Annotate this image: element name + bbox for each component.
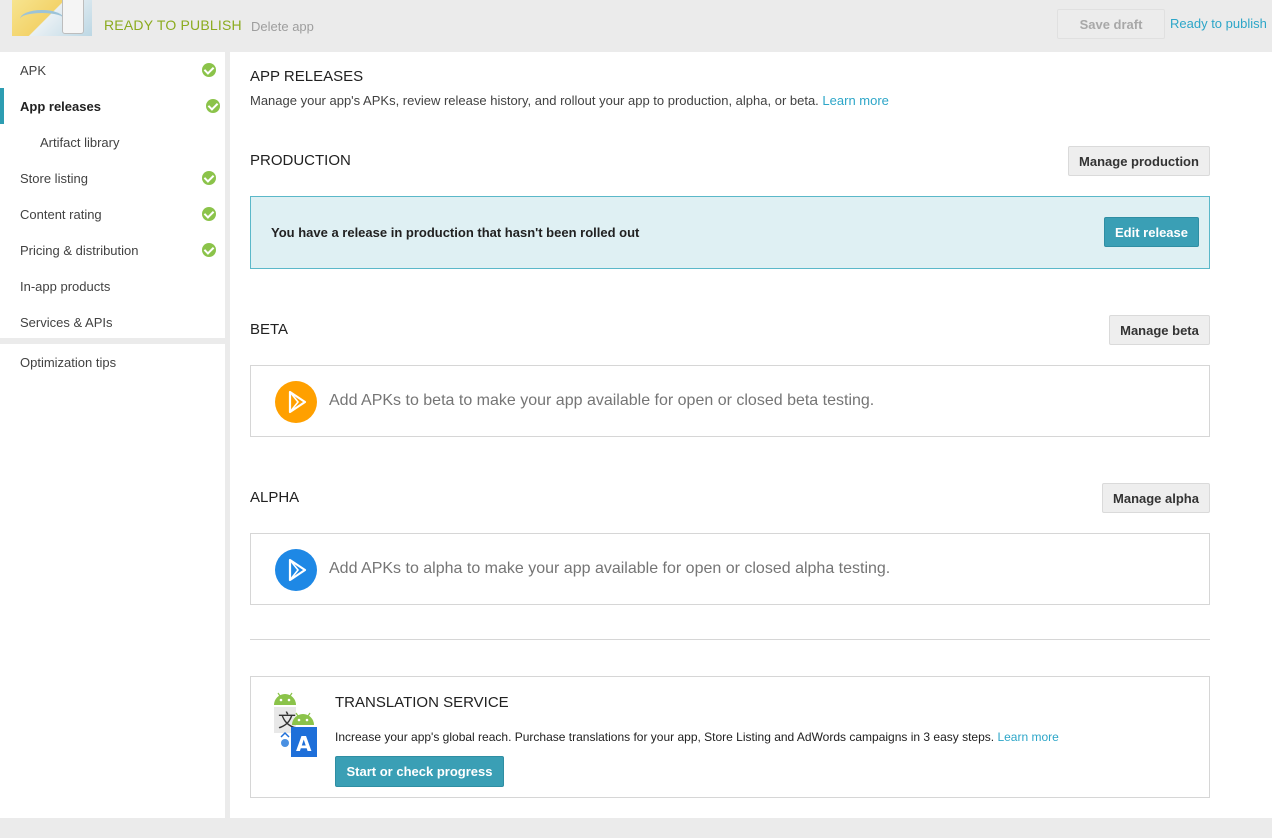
beta-play-icon	[275, 381, 317, 423]
sidebar-item-label: Services & APIs	[20, 314, 113, 330]
edit-release-button[interactable]: Edit release	[1104, 217, 1199, 247]
translation-android-icon: 文 A	[271, 691, 321, 759]
translation-learn-more-link[interactable]: Learn more	[997, 730, 1058, 744]
sidebar-item-label: Content rating	[20, 206, 102, 222]
beta-track-card: Add APKs to beta to make your app availa…	[250, 365, 1210, 437]
app-status: READY TO PUBLISH	[104, 17, 242, 33]
check-circle-icon	[202, 243, 216, 257]
phone-icon	[62, 0, 84, 34]
check-circle-icon	[202, 171, 216, 185]
ready-to-publish-link[interactable]: Ready to publish	[1170, 16, 1267, 31]
delete-app-link[interactable]: Delete app	[251, 19, 314, 34]
sidebar-item-store-listing[interactable]: Store listing	[0, 160, 225, 196]
alpha-play-icon	[275, 549, 317, 591]
alpha-section-title: ALPHA	[250, 489, 300, 506]
sidebar-item-in-app-products[interactable]: In-app products	[0, 268, 225, 304]
production-alert-text: You have a release in production that ha…	[271, 225, 640, 240]
beta-section-title: BETA	[250, 321, 289, 338]
translation-description-text: Increase your app's global reach. Purcha…	[335, 730, 995, 744]
manage-beta-button[interactable]: Manage beta	[1109, 315, 1210, 345]
translation-service-title: TRANSLATION SERVICE	[335, 694, 509, 711]
sidebar: APK App releases Artifact library Store …	[0, 52, 225, 818]
manage-production-button[interactable]: Manage production	[1068, 146, 1210, 176]
sidebar-item-label: Optimization tips	[20, 354, 117, 370]
save-draft-button[interactable]: Save draft	[1057, 9, 1165, 39]
sidebar-item-label: App releases	[20, 98, 101, 114]
sidebar-item-services-apis[interactable]: Services & APIs	[0, 304, 225, 340]
sidebar-item-apk[interactable]: APK	[0, 52, 225, 88]
page-description-text: Manage your app's APKs, review release h…	[250, 93, 819, 108]
page-description: Manage your app's APKs, review release h…	[250, 93, 889, 108]
sidebar-item-label: Artifact library	[40, 134, 120, 150]
check-circle-icon	[202, 207, 216, 221]
thumbnail-swoosh	[20, 10, 64, 28]
sidebar-item-label: Pricing & distribution	[20, 242, 139, 258]
top-bar: READY TO PUBLISH Delete app Save draft R…	[0, 0, 1272, 50]
start-or-check-progress-button[interactable]: Start or check progress	[335, 756, 504, 787]
sidebar-item-optimization-tips[interactable]: Optimization tips	[0, 344, 225, 380]
check-circle-icon	[206, 99, 220, 113]
learn-more-link[interactable]: Learn more	[822, 93, 888, 108]
manage-alpha-button[interactable]: Manage alpha	[1102, 483, 1210, 513]
section-divider	[250, 639, 1210, 640]
sidebar-item-content-rating[interactable]: Content rating	[0, 196, 225, 232]
check-circle-icon	[202, 63, 216, 77]
translation-service-card: 文 A TRANSLATION SERVICE Increase your ap…	[250, 676, 1210, 798]
sidebar-item-label: APK	[20, 62, 47, 78]
sidebar-item-pricing-distribution[interactable]: Pricing & distribution	[0, 232, 225, 268]
sidebar-item-label: In-app products	[20, 278, 111, 294]
alpha-track-card: Add APKs to alpha to make your app avail…	[250, 533, 1210, 605]
svg-text:A: A	[296, 732, 312, 756]
sidebar-item-label: Store listing	[20, 170, 88, 186]
production-alert-banner: You have a release in production that ha…	[250, 196, 1210, 269]
app-icon-thumbnail	[12, 0, 92, 36]
sidebar-item-artifact-library[interactable]: Artifact library	[0, 124, 225, 160]
beta-track-message: Add APKs to beta to make your app availa…	[329, 392, 875, 409]
main-content: APP RELEASES Manage your app's APKs, rev…	[230, 52, 1272, 818]
translation-service-description: Increase your app's global reach. Purcha…	[335, 730, 1059, 744]
sidebar-item-app-releases[interactable]: App releases	[0, 88, 225, 124]
page-title: APP RELEASES	[250, 68, 364, 85]
production-section-title: PRODUCTION	[250, 152, 351, 169]
alpha-track-message: Add APKs to alpha to make your app avail…	[329, 560, 891, 577]
